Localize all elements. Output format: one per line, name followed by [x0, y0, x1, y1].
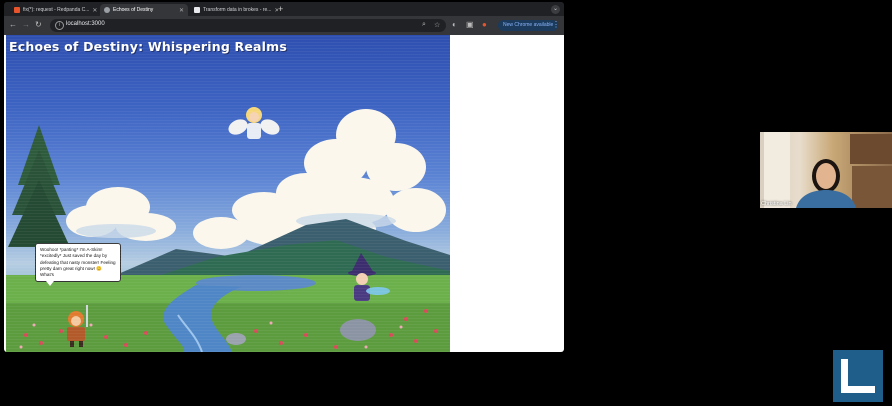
brand-logo-icon [833, 350, 883, 402]
tab-label: fix(*): request - Redpanda C... [23, 7, 90, 13]
redpanda-favicon-icon [14, 7, 20, 13]
globe-favicon-icon [104, 7, 110, 13]
close-icon[interactable]: ✕ [176, 7, 184, 14]
site-info-icon[interactable]: i [55, 21, 64, 30]
webcam-image [764, 132, 892, 208]
tab-echoes-of-destiny[interactable]: Echoes of Destiny ✕ [100, 4, 188, 16]
browser-toolbar: ← → ↻ i localhost:3000 ⌕ ☆ ◐ ▣ ● New Chr… [4, 16, 564, 35]
more-menu-icon[interactable]: ⋮ [552, 20, 560, 29]
tab-redpanda[interactable]: fix(*): request - Redpanda C... ✕ [10, 4, 98, 16]
profile-icon[interactable]: ● [482, 20, 487, 29]
game-scene [6, 107, 450, 352]
bookmark-star-icon[interactable]: ☆ [434, 21, 440, 29]
tab-label: Echoes of Destiny [113, 7, 154, 13]
browser-window: fix(*): request - Redpanda C... ✕ Echoes… [4, 2, 564, 352]
tab-transform-data[interactable]: Transform data in brokes - re... ✕ [190, 4, 278, 16]
game-title: Echoes of Destiny: Whispering Realms [9, 39, 288, 54]
rock [340, 319, 376, 341]
address-url: localhost:3000 [66, 21, 105, 27]
page-viewport: Echoes of Destiny: Whispering Realms Woo… [4, 35, 564, 352]
webcam-feed: Christina Lin [760, 132, 892, 208]
tab-label: Transform data in brokes - re... [203, 7, 272, 13]
tab-strip: fix(*): request - Redpanda C... ✕ Echoes… [4, 2, 564, 16]
docs-favicon-icon [194, 7, 200, 13]
participant-name: Christina Lin [761, 201, 792, 207]
chrome-update-button[interactable]: New Chrome available [498, 20, 559, 31]
back-arrow-icon[interactable]: ← [9, 20, 17, 30]
close-icon[interactable]: ✕ [89, 7, 97, 14]
extension-icon[interactable]: ◐ [452, 20, 457, 29]
dialogue-bubble: Woohoo! *panting* I'm A-Skim! *excitedly… [35, 243, 121, 288]
tab-search-icon[interactable]: ⌄ [551, 5, 560, 14]
address-bar[interactable]: i localhost:3000 ⌕ ☆ [50, 19, 446, 32]
game-canvas[interactable]: Echoes of Destiny: Whispering Realms Woo… [6, 35, 450, 352]
reload-icon[interactable]: ↻ [35, 20, 42, 30]
new-tab-icon[interactable]: + [278, 4, 283, 14]
pine-tree [8, 125, 70, 260]
extensions-puzzle-icon[interactable]: ▣ [466, 20, 474, 29]
forward-arrow-icon[interactable]: → [22, 20, 30, 30]
zoom-icon[interactable]: ⌕ [422, 21, 426, 29]
angel-character-icon [228, 107, 280, 139]
